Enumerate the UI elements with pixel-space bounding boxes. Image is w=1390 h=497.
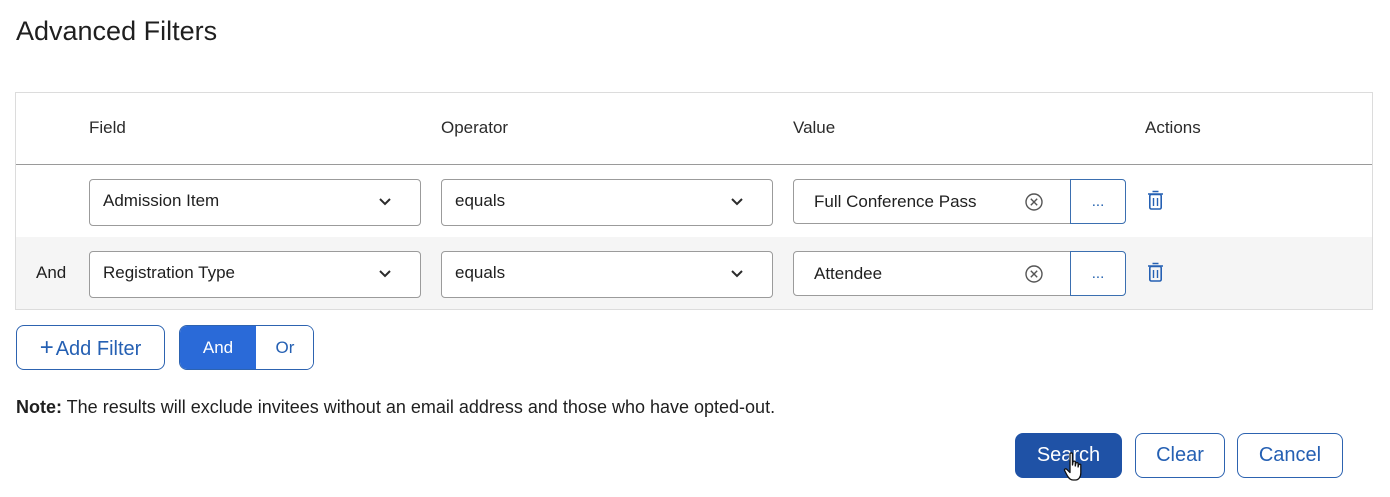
page-title: Advanced Filters bbox=[16, 16, 218, 46]
field-select[interactable]: Admission Item bbox=[89, 179, 421, 226]
add-filter-label: Add Filter bbox=[55, 338, 142, 360]
chevron-down-icon bbox=[731, 198, 743, 206]
chevron-down-icon bbox=[731, 270, 743, 278]
table-header: Field Operator Value Actions bbox=[16, 93, 1372, 165]
note-label: Note: bbox=[16, 397, 62, 417]
filter-row: Admission Item equals Full Conference Pa… bbox=[16, 165, 1372, 237]
operator-select-value: equals bbox=[455, 263, 506, 282]
filter-row: And Registration Type equals Attendee ..… bbox=[16, 237, 1372, 309]
trash-icon[interactable] bbox=[1146, 261, 1165, 283]
note-body: The results will exclude invitees withou… bbox=[62, 397, 776, 417]
row-conjunction: And bbox=[36, 263, 67, 282]
operator-select[interactable]: equals bbox=[441, 179, 773, 226]
header-actions: Actions bbox=[1145, 118, 1201, 137]
cancel-button[interactable]: Cancel bbox=[1237, 433, 1343, 478]
filter-table: Field Operator Value Actions Admission I… bbox=[15, 92, 1373, 310]
clear-button[interactable]: Clear bbox=[1135, 433, 1225, 478]
header-field: Field bbox=[89, 118, 126, 137]
note-text: Note: The results will exclude invitees … bbox=[16, 397, 775, 418]
clear-circle-icon[interactable] bbox=[1024, 192, 1044, 212]
header-value: Value bbox=[793, 118, 836, 137]
field-select[interactable]: Registration Type bbox=[89, 251, 421, 298]
chevron-down-icon bbox=[379, 270, 391, 278]
field-select-value: Admission Item bbox=[103, 191, 220, 210]
hand-pointer-cursor-icon bbox=[1063, 452, 1082, 481]
toggle-or[interactable]: Or bbox=[256, 326, 313, 369]
add-filter-button[interactable]: + Add Filter bbox=[16, 325, 165, 370]
value-input[interactable]: Attendee bbox=[793, 251, 1071, 296]
value-input-text: Attendee bbox=[814, 264, 883, 283]
plus-icon: + bbox=[39, 334, 54, 361]
value-input-text: Full Conference Pass bbox=[814, 192, 977, 211]
trash-icon[interactable] bbox=[1146, 189, 1165, 211]
header-operator: Operator bbox=[441, 118, 509, 137]
operator-select[interactable]: equals bbox=[441, 251, 773, 298]
value-picker-button[interactable]: ... bbox=[1070, 251, 1126, 296]
value-input[interactable]: Full Conference Pass bbox=[793, 179, 1071, 224]
toggle-and[interactable]: And bbox=[180, 326, 256, 369]
chevron-down-icon bbox=[379, 198, 391, 206]
clear-circle-icon[interactable] bbox=[1024, 264, 1044, 284]
value-picker-button[interactable]: ... bbox=[1070, 179, 1126, 224]
operator-select-value: equals bbox=[455, 191, 506, 210]
logic-toggle: And Or bbox=[179, 325, 314, 370]
field-select-value: Registration Type bbox=[103, 263, 235, 282]
